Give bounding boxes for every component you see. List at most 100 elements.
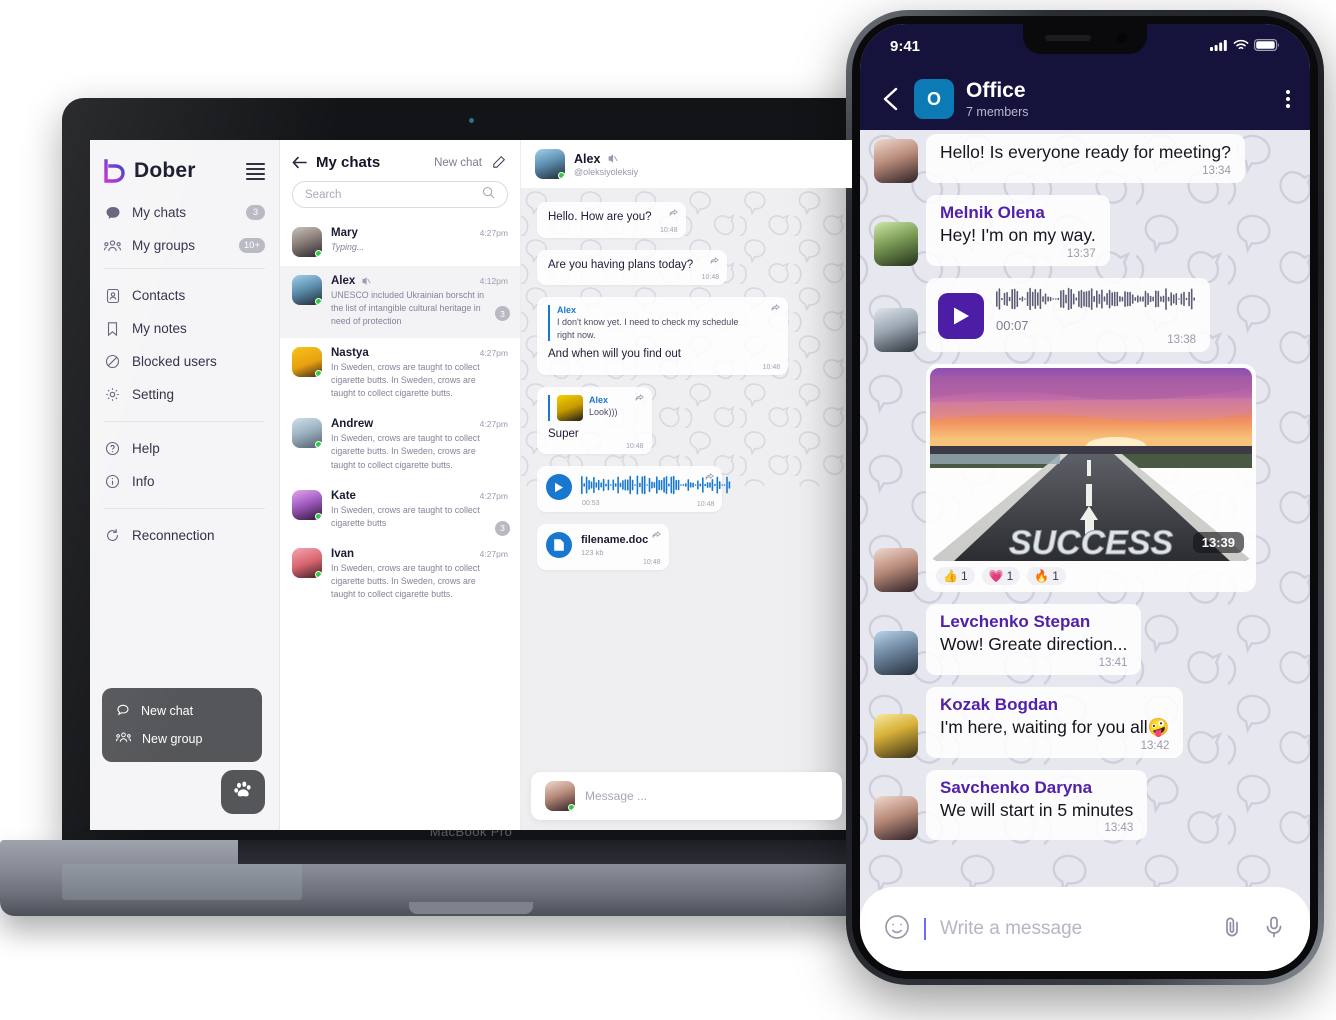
smiley-icon[interactable] xyxy=(884,914,910,945)
image-message-bubble[interactable]: SUCCESS 13:39 👍 1 💗 1 🔥 1 xyxy=(926,363,1256,592)
message-time: 4:27pm xyxy=(479,228,508,238)
avatar[interactable] xyxy=(874,547,918,592)
unread-badge: 3 xyxy=(495,520,510,536)
list-item[interactable]: Mary 4:27pm Typing... xyxy=(280,218,520,266)
more-options-icon[interactable] xyxy=(1286,90,1290,108)
sidebar-item-blocked-users[interactable]: Blocked users xyxy=(104,345,265,378)
message-bubble[interactable]: Melnik Olena Hey! I'm on my way. 13:37 xyxy=(926,194,1110,266)
online-dot-icon xyxy=(315,369,322,377)
message-image[interactable]: SUCCESS 13:39 xyxy=(930,367,1252,561)
phone-notch xyxy=(1023,24,1147,54)
back-arrow-icon[interactable] xyxy=(292,156,307,169)
message-bubble[interactable]: Alex Look))) Super 10:48 xyxy=(537,386,652,455)
sidebar-label: My chats xyxy=(132,205,187,220)
fab-new-button[interactable] xyxy=(221,770,265,814)
avatar[interactable] xyxy=(874,221,918,266)
avatar[interactable] xyxy=(874,138,918,183)
message-bubble[interactable]: Levchenko Stepan Wow! Greate direction..… xyxy=(926,603,1142,675)
message-text: I'm here, waiting for you all🤪 xyxy=(940,716,1170,737)
message-composer[interactable]: Message ... xyxy=(531,772,842,820)
composer-placeholder[interactable]: Message ... xyxy=(585,789,647,803)
phone-composer[interactable]: Write a message xyxy=(860,887,1310,971)
reaction-chip[interactable]: 👍 1 xyxy=(936,566,975,585)
message-bubble[interactable]: Are you having plans today? 10:48 xyxy=(537,249,728,286)
sidebar-item-reconnection[interactable]: Reconnection xyxy=(104,519,265,552)
mute-icon xyxy=(361,276,371,286)
search-input[interactable] xyxy=(305,188,482,201)
message-list: Hello. How are you? 10:48 Are you having… xyxy=(537,202,836,571)
message-bubble[interactable]: Hello. How are you? 10:48 xyxy=(537,202,686,238)
new-chat-icon xyxy=(116,703,130,720)
message-bubble[interactable]: Alex I don't know yet. I need to check m… xyxy=(537,297,789,375)
voice-message-bubble[interactable]: 00:07 13:38 xyxy=(926,277,1210,352)
message-text: Hey! I'm on my way. xyxy=(940,224,1096,245)
quoted-message[interactable]: Alex I don't know yet. I need to check m… xyxy=(548,305,754,342)
message-row: Kozak Bogdan I'm here, waiting for you a… xyxy=(874,686,1296,758)
chat-list-item[interactable]: Alex 4:12pm UNESCO included Ukrainian bo… xyxy=(280,266,520,338)
avatar[interactable] xyxy=(874,713,918,758)
laptop-trackpad xyxy=(62,864,302,900)
sidebar-item-my-notes[interactable]: My notes xyxy=(104,312,265,345)
list-item[interactable]: Nastya 4:27pm In Sweden, crows are taugh… xyxy=(280,338,520,410)
microphone-icon[interactable] xyxy=(1262,915,1286,944)
online-dot-icon xyxy=(315,512,322,520)
status-time: 9:41 xyxy=(890,37,921,55)
list-item[interactable]: Alex 4:12pm UNESCO included Ukrainian bo… xyxy=(280,266,520,338)
brand: Dober xyxy=(90,140,279,188)
contact-name: Andrew xyxy=(331,418,374,431)
menu-burger-icon[interactable] xyxy=(246,162,265,180)
sidebar-item-setting[interactable]: Setting xyxy=(104,378,265,411)
bookmark-icon xyxy=(104,320,121,337)
laptop-lid: MacBook Pro Dober My chats 3 My groups 1… xyxy=(62,98,880,846)
sidebar-item-my-chats[interactable]: My chats 3 xyxy=(90,196,279,229)
search-box[interactable] xyxy=(292,181,508,208)
sidebar-item-help[interactable]: Help xyxy=(104,432,265,465)
compose-icon[interactable] xyxy=(491,155,506,170)
list-item[interactable]: Kate 4:27pm In Sweden, crows are taught … xyxy=(280,481,520,539)
sidebar-item-contacts[interactable]: Contacts xyxy=(104,279,265,312)
list-item[interactable]: Andrew 4:27pm In Sweden, crows are taugh… xyxy=(280,409,520,481)
sidebar-item-info[interactable]: Info xyxy=(104,465,265,498)
battery-icon xyxy=(1254,38,1280,55)
message-bubble[interactable]: filename.doc 123 kb 10:48 xyxy=(537,524,669,571)
phone-composer-placeholder[interactable]: Write a message xyxy=(940,918,1206,940)
message-row: Melnik Olena Hey! I'm on my way. 13:37 xyxy=(874,194,1296,266)
menu-item-new-chat[interactable]: New chat xyxy=(102,697,262,725)
message-bubble[interactable]: 00:53 10:48 xyxy=(537,466,731,513)
reaction-chip[interactable]: 💗 1 xyxy=(981,566,1021,585)
message-text: We will start in 5 minutes xyxy=(940,799,1134,820)
message-time: 4:27pm xyxy=(479,347,508,358)
avatar[interactable] xyxy=(874,307,918,352)
message-bubble[interactable]: Hello! Is everyone ready for meeting? 13… xyxy=(926,134,1245,183)
contacts-icon xyxy=(104,287,121,304)
chat-list-panel: My chats New chat Search Mary 4:27pm Typ… xyxy=(280,140,521,830)
avatar[interactable] xyxy=(874,796,918,841)
audio-waveform[interactable] xyxy=(996,287,1196,316)
message-time: 10:48 xyxy=(696,501,715,509)
gear-icon xyxy=(104,386,121,403)
cellular-signal-icon xyxy=(1210,38,1228,55)
chat-list-item[interactable]: Mary 4:27pm Typing... xyxy=(280,218,520,266)
list-item[interactable]: Ivan 4:27pm In Sweden, crows are taught … xyxy=(280,539,520,611)
chat-list-item[interactable]: Ivan 4:27pm In Sweden, crows are taught … xyxy=(280,539,520,611)
play-button[interactable] xyxy=(938,293,984,340)
avatar[interactable] xyxy=(874,630,918,675)
chat-list-item[interactable]: Nastya 4:27pm In Sweden, crows are taugh… xyxy=(280,338,520,410)
paperclip-icon[interactable] xyxy=(1220,915,1244,944)
message-bubble[interactable]: Kozak Bogdan I'm here, waiting for you a… xyxy=(926,686,1184,758)
reaction-chip[interactable]: 🔥 1 xyxy=(1027,566,1066,585)
play-button[interactable] xyxy=(546,474,572,501)
quoted-message[interactable]: Alex Look))) xyxy=(548,394,618,421)
sidebar-item-my-groups[interactable]: My groups 10+ xyxy=(90,229,279,262)
menu-item-new-group[interactable]: New group xyxy=(102,725,262,753)
message-bubble[interactable]: Savchenko Daryna We will start in 5 minu… xyxy=(926,769,1148,841)
chat-list-item[interactable]: Andrew 4:27pm In Sweden, crows are taugh… xyxy=(280,409,520,481)
chat-list-item[interactable]: Kate 4:27pm In Sweden, crows are taught … xyxy=(280,481,520,539)
message-text: Are you having plans today? xyxy=(548,258,694,271)
group-avatar[interactable]: O xyxy=(914,79,954,119)
nav-secondary: Contacts My notes Blocked users Setting xyxy=(104,268,265,421)
back-arrow-icon[interactable] xyxy=(880,86,902,112)
new-chat-label[interactable]: New chat xyxy=(434,157,482,169)
paw-icon xyxy=(232,779,254,806)
file-name[interactable]: filename.doc xyxy=(581,534,648,546)
